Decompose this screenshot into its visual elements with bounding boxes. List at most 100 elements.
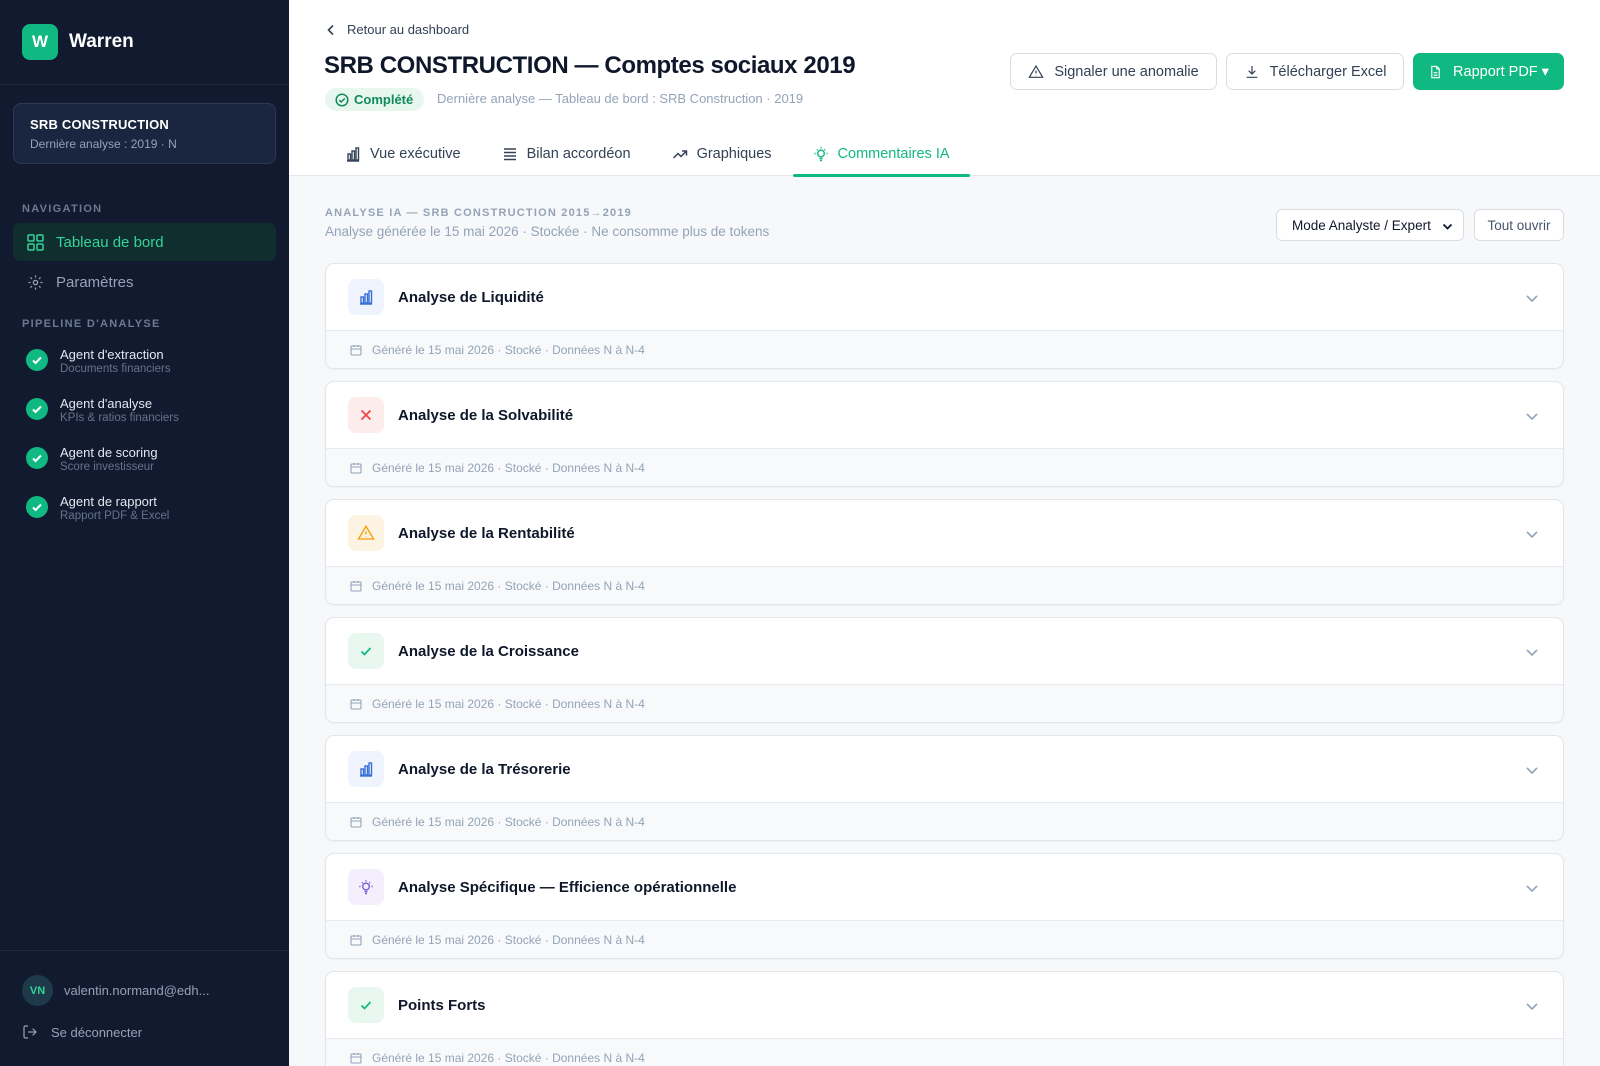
chevron-down-icon[interactable] (1525, 409, 1539, 423)
calendar-icon (350, 463, 362, 474)
card-header[interactable]: Analyse de la Solvabilité (326, 382, 1563, 449)
pipeline-title: Agent d'extraction (60, 347, 164, 362)
analysis-card-treasury[interactable]: Analyse de la Trésorerie Généré le 15 ma… (325, 735, 1564, 841)
company-card[interactable]: SRB CONSTRUCTION Dernière analyse : 2019… (13, 103, 276, 164)
back-link[interactable]: Retour au dashboard (325, 22, 469, 37)
check-circle-icon (26, 447, 48, 469)
gear-icon (28, 274, 43, 290)
analysis-mode-value: Mode Analyste / Expert (1292, 217, 1431, 233)
user-email: valentin.normand@edh... (64, 983, 210, 998)
last-analysis-text: Dernière analyse — Tableau de bord : SRB… (437, 91, 804, 106)
chevron-down-icon[interactable] (1525, 999, 1539, 1013)
card-meta-text: Généré le 15 mai 2026 · Stocké · Données… (372, 933, 645, 947)
card-header[interactable]: Analyse de la Croissance (326, 618, 1563, 685)
chevron-down-icon[interactable] (1525, 527, 1539, 541)
tab-label: Commentaires IA (837, 146, 950, 162)
check-icon (348, 633, 384, 669)
pipeline-subtitle: Rapport PDF & Excel (60, 510, 170, 522)
avatar: VN (22, 975, 53, 1006)
card-title: Analyse Spécifique — Efficience opératio… (398, 878, 737, 896)
bar-chart-icon (348, 751, 384, 787)
card-meta: Généré le 15 mai 2026 · Stocké · Données… (326, 331, 1563, 368)
card-meta: Généré le 15 mai 2026 · Stocké · Données… (326, 1039, 1563, 1066)
card-header[interactable]: Points Forts (326, 972, 1563, 1039)
download-icon (1246, 65, 1257, 78)
tab-ai-comments[interactable]: Commentaires IA (792, 132, 970, 177)
analysis-card-operational-efficiency[interactable]: Analyse Spécifique — Efficience opératio… (325, 853, 1564, 959)
chevron-down-icon (1442, 223, 1453, 230)
pipeline-item: Agent d'extraction Documents financiers (26, 347, 171, 375)
sidebar-item-settings[interactable]: Paramètres (13, 263, 276, 301)
card-header[interactable]: Analyse de Liquidité (326, 264, 1563, 331)
status-label: Complété (354, 92, 414, 107)
tab-executive-view[interactable]: Vue exécutive (325, 132, 481, 176)
chevron-down-icon[interactable] (1525, 645, 1539, 659)
chevron-down-icon[interactable] (1525, 291, 1539, 305)
pipeline-section-label: PIPELINE D'ANALYSE (22, 318, 161, 330)
card-meta-text: Généré le 15 mai 2026 · Stocké · Données… (372, 697, 645, 711)
card-meta: Généré le 15 mai 2026 · Stocké · Données… (326, 803, 1563, 840)
card-meta-text: Généré le 15 mai 2026 · Stocké · Données… (372, 815, 645, 829)
download-excel-button[interactable]: Télécharger Excel (1226, 53, 1404, 90)
pipeline-item: Agent d'analyse KPIs & ratios financiers (26, 396, 179, 424)
analysis-card-strengths[interactable]: Points Forts Généré le 15 mai 2026 · Sto… (325, 971, 1564, 1066)
sidebar-item-label: Paramètres (56, 273, 134, 291)
tab-label: Graphiques (696, 146, 772, 162)
brand-name: Warren (69, 31, 134, 52)
pipeline-subtitle: Score investisseur (60, 461, 154, 473)
calendar-icon (350, 817, 362, 828)
warning-icon (1028, 64, 1045, 78)
check-circle-icon (26, 349, 48, 371)
analysis-card-profitability[interactable]: Analyse de la Rentabilité Généré le 15 m… (325, 499, 1564, 605)
tab-balance-accordion[interactable]: Bilan accordéon (482, 132, 651, 176)
calendar-icon (350, 345, 362, 356)
tab-label: Bilan accordéon (526, 146, 631, 162)
sidebar-item-dashboard[interactable]: Tableau de bord (13, 223, 276, 261)
open-all-button[interactable]: Tout ouvrir (1474, 209, 1564, 241)
card-meta: Généré le 15 mai 2026 · Stocké · Données… (326, 685, 1563, 722)
card-title: Analyse de la Croissance (398, 642, 579, 660)
warning-icon (348, 515, 384, 551)
report-anomaly-button[interactable]: Signaler une anomalie (1010, 53, 1217, 90)
card-header[interactable]: Analyse de la Trésorerie (326, 736, 1563, 803)
back-link-label: Retour au dashboard (347, 22, 470, 37)
chevron-down-icon[interactable] (1525, 763, 1539, 777)
pipeline-subtitle: Documents financiers (60, 363, 171, 375)
check-circle-icon (26, 496, 48, 518)
lightbulb-icon (348, 869, 384, 905)
user-profile[interactable]: VN valentin.normand@edh... (22, 975, 209, 1006)
logout-button[interactable]: Se déconnecter (22, 1024, 142, 1040)
chevron-down-icon[interactable] (1525, 881, 1539, 895)
main-content: ANALYSE IA — SRB CONSTRUCTION 2015→2019 … (289, 176, 1600, 1066)
card-header[interactable]: Analyse Spécifique — Efficience opératio… (326, 854, 1563, 921)
grid-icon (27, 233, 44, 251)
card-meta: Généré le 15 mai 2026 · Stocké · Données… (326, 567, 1563, 604)
tab-bar: Vue exécutive Bilan accordéon Graphiques… (325, 132, 971, 177)
pipeline-subtitle: KPIs & ratios financiers (60, 412, 179, 424)
trend-up-icon (672, 150, 687, 159)
analysis-mode-select[interactable]: Mode Analyste / Expert (1276, 209, 1464, 241)
card-title: Analyse de la Rentabilité (398, 524, 575, 542)
calendar-icon (350, 1053, 362, 1064)
logout-icon (23, 1025, 37, 1039)
analysis-card-growth[interactable]: Analyse de la Croissance Généré le 15 ma… (325, 617, 1564, 723)
pdf-report-button[interactable]: Rapport PDF ▾ (1413, 53, 1564, 90)
sidebar-footer-divider (0, 950, 289, 951)
nav-section-label: NAVIGATION (22, 203, 103, 215)
analysis-card-liquidity[interactable]: Analyse de Liquidité Généré le 15 mai 20… (325, 263, 1564, 369)
card-meta: Généré le 15 mai 2026 · Stocké · Données… (326, 921, 1563, 958)
calendar-icon (350, 699, 362, 710)
analysis-card-solvency[interactable]: Analyse de la Solvabilité Généré le 15 m… (325, 381, 1564, 487)
card-meta-text: Généré le 15 mai 2026 · Stocké · Données… (372, 343, 645, 357)
ai-section-subtitle: Analyse générée le 15 mai 2026 · Stockée… (325, 224, 770, 239)
sidebar-item-label: Tableau de bord (56, 233, 164, 251)
brand[interactable]: W Warren (0, 0, 289, 85)
card-header[interactable]: Analyse de la Rentabilité (326, 500, 1563, 567)
card-meta-text: Généré le 15 mai 2026 · Stocké · Données… (372, 1051, 645, 1065)
company-name: SRB CONSTRUCTION (30, 117, 169, 132)
tab-charts[interactable]: Graphiques (652, 132, 792, 176)
calendar-icon (350, 581, 362, 592)
logout-label: Se déconnecter (51, 1024, 143, 1040)
pdf-report-label: Rapport PDF ▾ (1453, 63, 1549, 80)
calendar-icon (350, 935, 362, 946)
